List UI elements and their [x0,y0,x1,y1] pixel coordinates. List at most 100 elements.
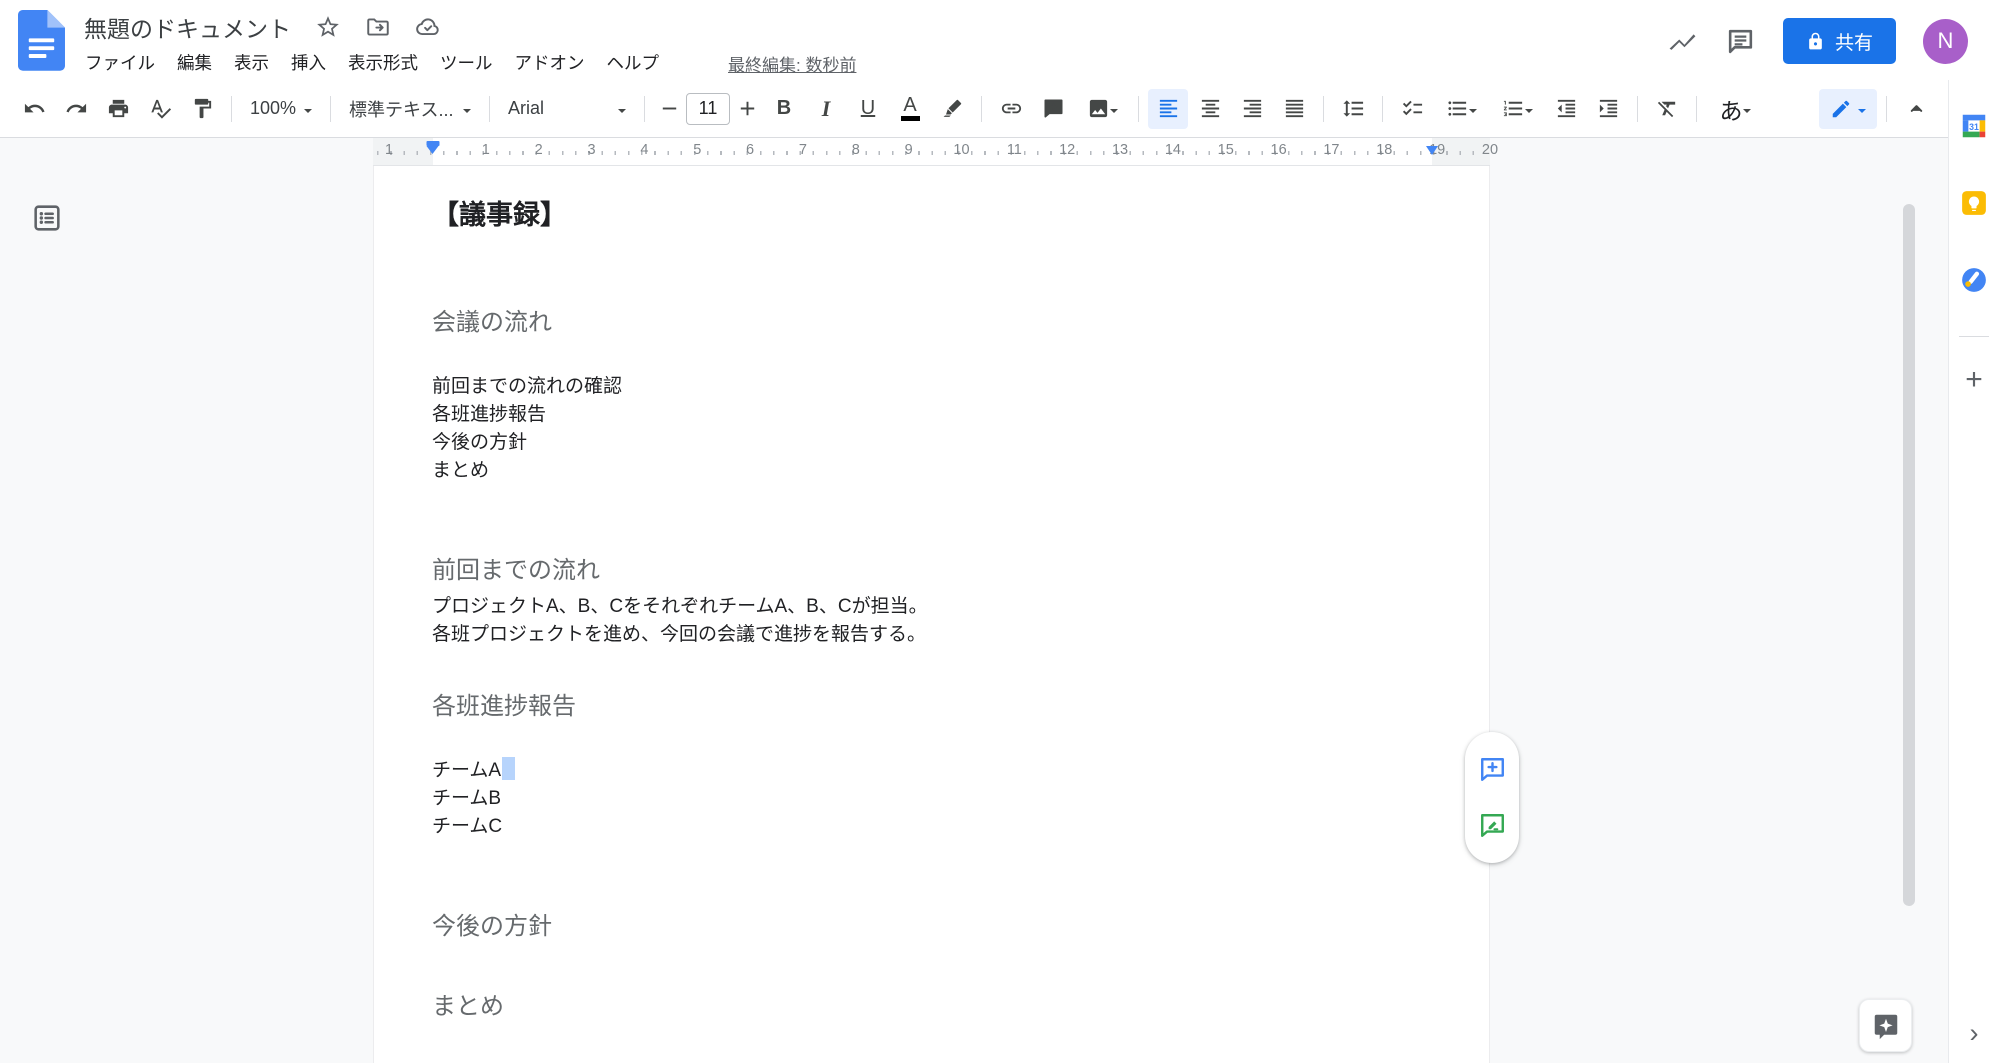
doc-paragraph[interactable]: 今後の方針 [432,909,1431,945]
doc-paragraph[interactable]: まとめ [432,457,1431,485]
increase-font-size-button[interactable] [732,89,762,129]
cloud-saved-icon[interactable] [415,14,441,40]
doc-paragraph[interactable] [432,949,1431,977]
align-center-button[interactable] [1190,89,1230,129]
increase-indent-button[interactable] [1588,89,1628,129]
ruler-number: 17 [1323,142,1339,158]
avatar[interactable]: N [1923,19,1968,64]
align-right-button[interactable] [1232,89,1272,129]
doc-paragraph[interactable]: 【議事録】 [432,193,1431,237]
doc-paragraph[interactable]: プロジェクトA、B、CをそれぞれチームA、B、Cが担当。 [432,593,1431,621]
menu-item[interactable]: ツール [429,46,504,79]
menu-item[interactable]: 表示形式 [337,46,429,79]
align-justify-button[interactable] [1274,89,1314,129]
menu-item[interactable]: 編集 [166,46,223,79]
doc-paragraph[interactable]: チームC [432,813,1431,841]
insert-image-button[interactable] [1075,89,1129,129]
doc-paragraph[interactable]: 各班プロジェクトを進め、今回の会議で進捗を報告する。 [432,621,1431,649]
title-row: 無題のドキュメント [84,10,441,44]
paint-format-button[interactable] [182,89,222,129]
doc-paragraph[interactable]: 今後の方針 [432,429,1431,457]
line-spacing-button[interactable] [1333,89,1373,129]
clear-formatting-button[interactable] [1647,89,1687,129]
decrease-indent-button[interactable] [1546,89,1586,129]
add-comment-margin-button[interactable] [1471,749,1513,791]
ruler: 1 1234567891011121314151617181920 [373,138,1490,166]
doc-paragraph[interactable] [432,649,1431,677]
align-left-button[interactable] [1148,89,1188,129]
menu-item[interactable]: ファイル [74,46,166,79]
spellcheck-button[interactable] [140,89,180,129]
star-icon[interactable] [315,14,341,40]
explore-button[interactable] [1859,999,1912,1052]
font-size-input[interactable]: 11 [686,93,730,125]
right-indent-marker[interactable] [1426,146,1438,161]
doc-paragraph[interactable] [432,485,1431,513]
collapse-toolbar-button[interactable] [1896,89,1936,129]
doc-paragraph[interactable] [432,265,1431,293]
menu-item[interactable]: 挿入 [280,46,337,79]
doc-paragraph[interactable] [432,237,1431,265]
menu-item[interactable]: アドオン [504,46,596,79]
divider [1886,96,1887,122]
ruler-number: 11 [1007,142,1022,158]
last-edited-link[interactable]: 最終編集: 数秒前 [728,51,856,76]
input-tools-button[interactable]: あ [1706,89,1764,129]
redo-button[interactable] [56,89,96,129]
left-indent-marker[interactable] [427,141,440,160]
editing-mode-select[interactable] [1819,89,1877,129]
zoom-select[interactable]: 100% [241,89,321,129]
menu-item[interactable]: ヘルプ [596,46,671,79]
header: 無題のドキュメント ファイル 編集 表示 挿入 表示形式 [0,0,1999,80]
doc-paragraph[interactable] [432,841,1431,869]
insert-link-button[interactable] [991,89,1031,129]
vertical-scrollbar[interactable] [1903,204,1915,906]
menu-item[interactable]: 表示 [223,46,280,79]
suggest-edits-button[interactable] [1471,805,1513,847]
numbered-list-button[interactable] [1490,89,1544,129]
bold-button[interactable]: B [764,89,804,129]
document-page[interactable]: 【議事録】 会議の流れ 前回までの流れの確認 各班進捗報告 今後の方針 まとめ [373,166,1490,1063]
ruler-number: 6 [746,142,754,158]
divider [981,96,982,122]
italic-button[interactable]: I [806,89,846,129]
doc-paragraph[interactable]: 各班進捗報告 [432,401,1431,429]
add-comment-button[interactable] [1033,89,1073,129]
show-document-outline-button[interactable] [26,198,68,240]
share-button[interactable]: 共有 [1783,18,1896,64]
doc-paragraph[interactable] [432,729,1431,757]
document-body: 【議事録】 会議の流れ 前回までの流れの確認 各班進捗報告 今後の方針 まとめ [432,193,1431,1025]
doc-paragraph[interactable]: 各班進捗報告 [432,689,1431,725]
decrease-font-size-button[interactable] [654,89,684,129]
doc-paragraph[interactable]: 会議の流れ [432,305,1431,341]
calendar-icon[interactable]: 31 [1958,110,1990,142]
docs-logo-icon[interactable] [18,10,65,71]
doc-text: 各班プロジェクトを進め、今回の会議で進捗を報告する。 [432,624,926,645]
move-folder-icon[interactable] [365,14,391,40]
underline-button[interactable]: U [848,89,888,129]
doc-paragraph[interactable] [432,869,1431,897]
doc-paragraph[interactable]: 前回までの流れ [432,553,1431,589]
tasks-icon[interactable] [1958,264,1990,296]
keep-icon[interactable] [1958,187,1990,219]
doc-paragraph[interactable]: チームA [432,757,1431,785]
bulleted-list-button[interactable] [1434,89,1488,129]
document-title[interactable]: 無題のドキュメント [84,10,291,44]
doc-paragraph[interactable] [432,345,1431,373]
checklist-button[interactable] [1392,89,1432,129]
font-select[interactable]: Arial [499,89,635,129]
paragraph-style-select[interactable]: 標準テキス... [340,89,480,129]
add-addon-button[interactable]: + [1965,365,1983,395]
comment-history-icon[interactable] [1725,26,1756,57]
doc-paragraph[interactable]: まとめ [432,989,1431,1025]
print-button[interactable] [98,89,138,129]
doc-paragraph[interactable]: チームB [432,785,1431,813]
undo-button[interactable] [14,89,54,129]
document-stats-icon[interactable] [1667,26,1698,57]
doc-paragraph[interactable]: 前回までの流れの確認 [432,373,1431,401]
hide-side-panel-button[interactable]: › [1949,1018,1999,1049]
ruler-number: 18 [1376,142,1392,158]
doc-paragraph[interactable] [432,513,1431,541]
text-color-button[interactable]: A [890,89,930,129]
highlight-color-button[interactable] [932,89,972,129]
